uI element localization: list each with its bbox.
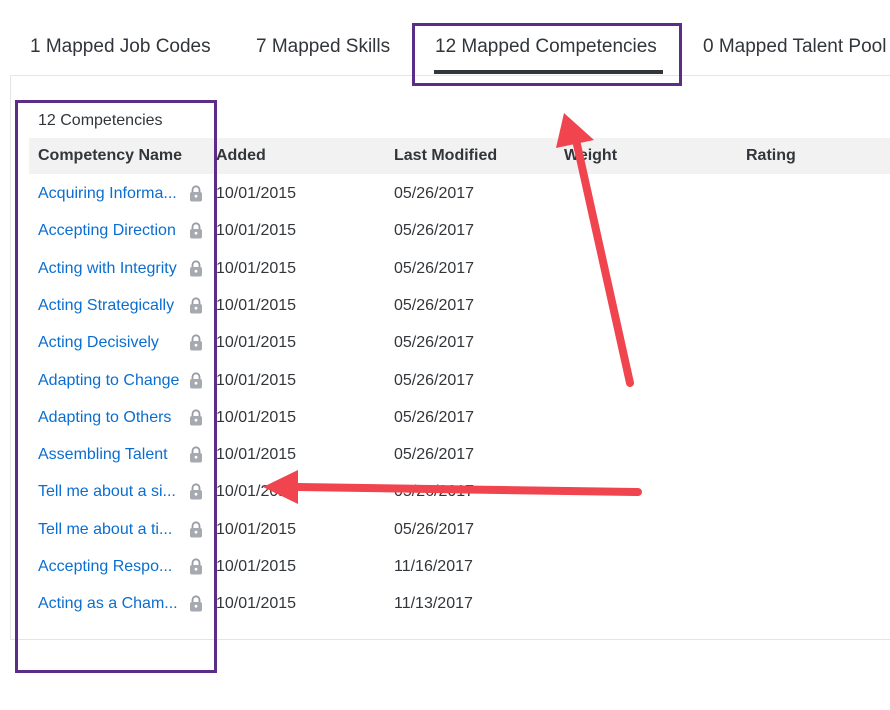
added-date: 10/01/2015 — [216, 185, 297, 202]
added-date: 10/01/2015 — [216, 520, 297, 538]
last-modified-date: 05/26/2017 — [394, 408, 475, 426]
column-header-last-modified[interactable]: Last Modified — [394, 147, 497, 165]
added-date: 10/01/2015 — [216, 483, 297, 501]
column-header-weight[interactable]: Weight — [564, 147, 617, 165]
tab-mapped-skills[interactable]: 7 Mapped Skills — [256, 36, 390, 58]
last-modified-date: 05/26/2017 — [394, 222, 475, 240]
last-modified-date: 05/26/2017 — [394, 259, 475, 277]
added-date: 10/01/2015 — [216, 446, 297, 464]
tab-highlight-box — [412, 23, 682, 86]
column-header-rating[interactable]: Rating — [746, 147, 796, 165]
tab-mapped-job-codes[interactable]: 1 Mapped Job Codes — [30, 36, 211, 58]
added-date: 10/01/2015 — [216, 408, 297, 426]
last-modified-date: 05/26/2017 — [394, 185, 475, 202]
last-modified-date: 05/26/2017 — [394, 483, 475, 501]
added-date: 10/01/2015 — [216, 595, 297, 613]
added-date: 10/01/2015 — [216, 222, 297, 240]
last-modified-date: 05/26/2017 — [394, 446, 475, 464]
added-date: 10/01/2015 — [216, 259, 297, 277]
added-date: 10/01/2015 — [216, 371, 297, 389]
last-modified-date: 11/13/2017 — [394, 595, 473, 613]
column-highlight-box — [15, 100, 217, 673]
tab-mapped-talent-pool[interactable]: 0 Mapped Talent Pool — [703, 36, 886, 58]
last-modified-date: 05/26/2017 — [394, 334, 475, 352]
last-modified-date: 05/26/2017 — [394, 520, 475, 538]
last-modified-date: 11/16/2017 — [394, 558, 473, 575]
last-modified-date: 05/26/2017 — [394, 371, 475, 389]
added-date: 10/01/2015 — [216, 334, 297, 352]
last-modified-date: 05/26/2017 — [394, 296, 475, 314]
column-header-added[interactable]: Added — [216, 147, 266, 165]
added-date: 10/01/2015 — [216, 558, 297, 575]
added-date: 10/01/2015 — [216, 296, 297, 314]
